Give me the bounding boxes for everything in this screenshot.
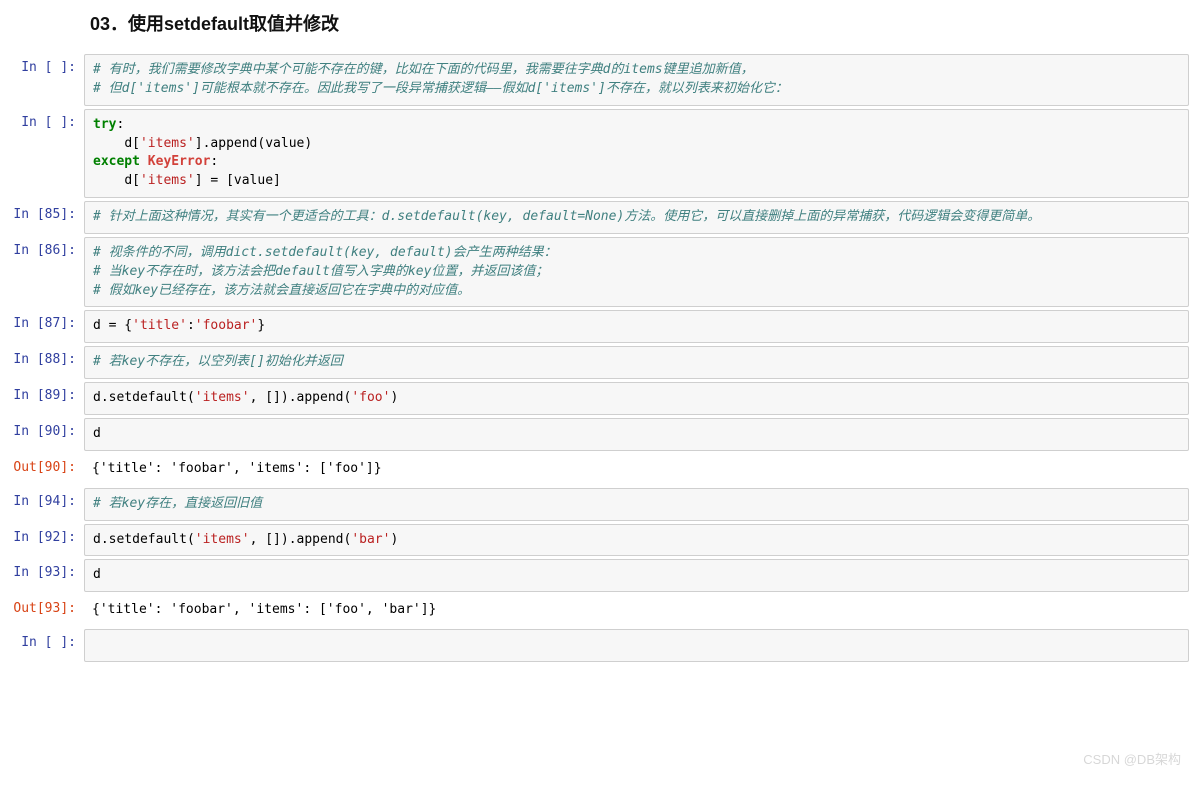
code-token: value	[265, 136, 304, 151]
in-prompt[interactable]: In [94]:	[0, 488, 84, 521]
cell: In [87]:d = {'title':'foobar'}	[0, 310, 1189, 343]
code-token: 'items'	[140, 173, 195, 188]
code-input[interactable]: d.setdefault('items', []).append('foo')	[84, 382, 1189, 415]
code-token: [	[132, 136, 140, 151]
code-token: )	[304, 136, 312, 151]
code-input[interactable]: d.setdefault('items', []).append('bar')	[84, 524, 1189, 557]
code-token: 'items'	[195, 532, 250, 547]
code-input[interactable]: # 视条件的不同，调用dict.setdefault(key, default)…	[84, 237, 1189, 308]
code-input[interactable]: # 若key不存在，以空列表[]初始化并返回	[84, 346, 1189, 379]
code-input[interactable]: # 针对上面这种情况，其实有一个更适合的工具：d.setdefault(key,…	[84, 201, 1189, 234]
code-token: # 假如key已经存在，该方法就会直接返回它在字典中的对应值。	[93, 283, 470, 298]
code-token: 'foobar'	[195, 318, 258, 333]
code-token: # 有时，我们需要修改字典中某个可能不存在的键，比如在下面的代码里，我需要往字典…	[93, 62, 754, 77]
code-token: .	[101, 532, 109, 547]
code-token: 'items'	[140, 136, 195, 151]
code-token: try	[93, 117, 116, 132]
code-token: d	[93, 318, 109, 333]
code-token: d	[93, 532, 101, 547]
in-prompt[interactable]: In [87]:	[0, 310, 84, 343]
code-token: .	[101, 390, 109, 405]
cell: In [94]: # 若key存在，直接返回旧值	[0, 488, 1189, 521]
code-token: append	[297, 390, 344, 405]
code-token: :	[187, 318, 195, 333]
code-input[interactable]: # 有时，我们需要修改字典中某个可能不存在的键，比如在下面的代码里，我需要往字典…	[84, 54, 1189, 106]
in-prompt[interactable]: In [92]:	[0, 524, 84, 557]
code-token: [	[132, 173, 140, 188]
code-token: except	[93, 154, 140, 169]
out-prompt: Out[93]:	[0, 595, 84, 626]
cell: In [90]: d	[0, 418, 1189, 451]
output-text: {'title': 'foobar', 'items': ['foo']}	[84, 454, 1189, 485]
cells-container: In [ ]: # 有时，我们需要修改字典中某个可能不存在的键，比如在下面的代码里…	[0, 54, 1189, 662]
in-prompt[interactable]: In [93]:	[0, 559, 84, 592]
code-token: (	[187, 390, 195, 405]
code-token: 'bar'	[351, 532, 390, 547]
code-input[interactable]: d	[84, 418, 1189, 451]
in-prompt[interactable]: In [86]:	[0, 237, 84, 308]
in-prompt[interactable]: In [ ]:	[0, 109, 84, 198]
in-prompt[interactable]: In [ ]:	[0, 54, 84, 106]
code-token: append	[297, 532, 344, 547]
output-cell: Out[93]:{'title': 'foobar', 'items': ['f…	[0, 595, 1189, 626]
code-token: KeyError	[148, 154, 211, 169]
out-prompt: Out[90]:	[0, 454, 84, 485]
code-token: d	[124, 173, 132, 188]
code-token: setdefault	[109, 532, 187, 547]
code-token: # 若key不存在，以空列表[]初始化并返回	[93, 354, 343, 369]
in-prompt[interactable]: In [ ]:	[0, 629, 84, 662]
notebook: 03．使用setdefault取值并修改 In [ ]: # 有时，我们需要修改字…	[0, 0, 1189, 685]
code-token: :	[210, 154, 218, 169]
code-token: )	[390, 390, 398, 405]
code-token: d	[93, 567, 101, 582]
cell: In [ ]:	[0, 629, 1189, 662]
code-input[interactable]	[84, 629, 1189, 662]
cell: In [89]: d.setdefault('items', []).append…	[0, 382, 1189, 415]
output-text: {'title': 'foobar', 'items': ['foo', 'ba…	[84, 595, 1189, 626]
code-input[interactable]: d	[84, 559, 1189, 592]
code-token: # 但d['items']可能根本就不存在。因此我写了一段异常捕获逻辑——假如d…	[93, 81, 788, 96]
watermark: CSDN @DB架构	[1083, 749, 1181, 768]
cell: In [92]: d.setdefault('items', []).append…	[0, 524, 1189, 557]
code-token: )	[390, 532, 398, 547]
code-token: d	[93, 390, 101, 405]
code-token: 'items'	[195, 390, 250, 405]
code-token: }	[257, 318, 265, 333]
code-token: ] = [	[195, 173, 234, 188]
cell: In [ ]: # 有时，我们需要修改字典中某个可能不存在的键，比如在下面的代码里…	[0, 54, 1189, 106]
in-prompt[interactable]: In [88]:	[0, 346, 84, 379]
code-input[interactable]: # 若key存在，直接返回旧值	[84, 488, 1189, 521]
code-token: # 若key存在，直接返回旧值	[93, 496, 262, 511]
code-token: setdefault	[109, 390, 187, 405]
cell: In [88]: # 若key不存在，以空列表[]初始化并返回	[0, 346, 1189, 379]
cell: In [85]: # 针对上面这种情况，其实有一个更适合的工具：d.setdefa…	[0, 201, 1189, 234]
code-input[interactable]: try: d['items'].append(value) except Key…	[84, 109, 1189, 198]
code-token: , []).	[250, 532, 297, 547]
code-input[interactable]: d = {'title':'foobar'}	[84, 310, 1189, 343]
in-prompt[interactable]: In [85]:	[0, 201, 84, 234]
cell: In [ ]:try: d['items'].append(value) exc…	[0, 109, 1189, 198]
section-title: 03．使用setdefault取值并修改	[90, 0, 1189, 36]
output-cell: Out[90]:{'title': 'foobar', 'items': ['f…	[0, 454, 1189, 485]
cell: In [93]: d	[0, 559, 1189, 592]
code-token: = {	[109, 318, 132, 333]
code-token: ]	[273, 173, 281, 188]
code-token: ].	[195, 136, 211, 151]
in-prompt[interactable]: In [90]:	[0, 418, 84, 451]
code-token: 'foo'	[351, 390, 390, 405]
code-token: (	[187, 532, 195, 547]
code-token: , []).	[250, 390, 297, 405]
code-token: :	[116, 117, 124, 132]
code-token: append	[210, 136, 257, 151]
code-token: # 针对上面这种情况，其实有一个更适合的工具：d.setdefault(key,…	[93, 209, 1040, 224]
code-token: value	[234, 173, 273, 188]
code-token: 'title'	[132, 318, 187, 333]
code-token: # 当key不存在时，该方法会把default值写入字典的key位置，并返回该值…	[93, 264, 548, 279]
in-prompt[interactable]: In [89]:	[0, 382, 84, 415]
code-token: d	[124, 136, 132, 151]
cell: In [86]: # 视条件的不同，调用dict.setdefault(key, …	[0, 237, 1189, 308]
code-token: # 视条件的不同，调用dict.setdefault(key, default)…	[93, 245, 557, 260]
code-token: d	[93, 426, 101, 441]
